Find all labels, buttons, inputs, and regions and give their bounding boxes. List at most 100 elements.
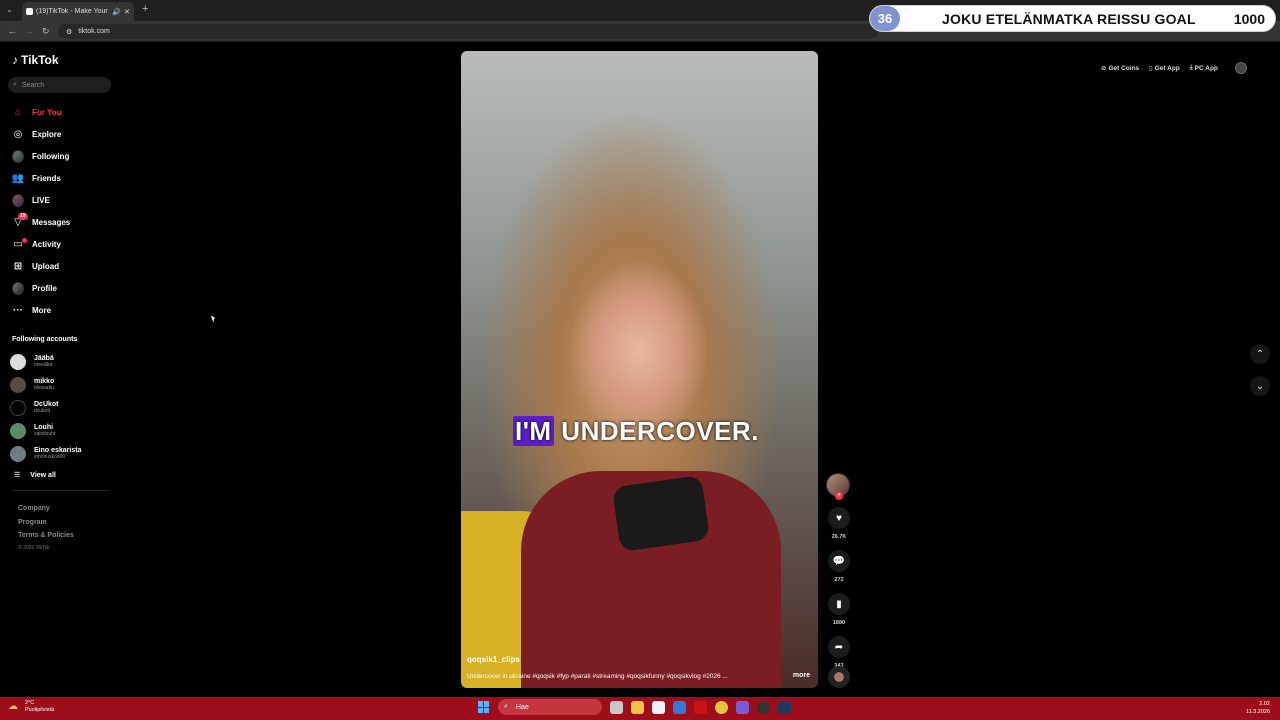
like-count: 26.7K — [831, 534, 847, 540]
forward-icon[interactable]: → — [25, 26, 34, 36]
list-icon: ☰ — [14, 472, 21, 479]
steam-icon[interactable] — [778, 700, 791, 714]
nav-label: More — [32, 305, 52, 315]
temperature: 2°C — [25, 700, 35, 706]
windows-start-icon[interactable] — [478, 701, 490, 713]
nav-label: Profile — [32, 283, 57, 293]
share-icon[interactable]: ➦ — [828, 636, 850, 658]
pc-app-button[interactable]: ⤓ PC App — [1187, 61, 1221, 75]
system-clock[interactable]: 2.02 11.3.2026 — [1246, 700, 1270, 716]
more-icon: ··· — [13, 304, 23, 316]
main-nav: ⌂ For You ◎ Explore Following 👥 Friends … — [0, 101, 120, 321]
tiktok-logo[interactable]: ♪ TikTok — [12, 53, 59, 67]
follow-plus-icon[interactable]: + — [835, 492, 843, 500]
nav-explore[interactable]: ◎ Explore — [0, 123, 120, 145]
video-player[interactable]: I'M UNDERCOVER. qoqsik1_clips Undercover… — [461, 51, 818, 688]
nav-following[interactable]: Following — [0, 145, 120, 167]
avatar — [10, 445, 26, 462]
reload-icon[interactable]: ↻ — [42, 26, 50, 37]
tab-close-icon[interactable]: ✕ — [124, 8, 130, 16]
comment-icon[interactable]: 💬 — [828, 550, 850, 572]
heart-icon[interactable]: ♥ — [828, 507, 850, 529]
tiktok-favicon-icon — [26, 8, 33, 15]
avatar — [10, 376, 26, 393]
url-field[interactable]: ⚙ tiktok.com — [58, 24, 878, 39]
following-accounts-list: Jääbä meeiiika mikko blessattu DcUkot dcuko… — [10, 350, 120, 465]
view-all-label: View all — [30, 471, 56, 479]
messages-badge: 19 — [18, 213, 28, 220]
tab-search-chevron-icon[interactable]: ⌄ — [6, 5, 13, 14]
account-handle: blessattu — [34, 384, 55, 391]
footer-terms-link[interactable]: Terms & Policies — [18, 529, 74, 543]
windows-taskbar: ☁ 2°C Puolipilvistä ⌕ Hae 2.02 11.3.2026 — [0, 697, 1280, 720]
account-item[interactable]: Jääbä meeiiika — [10, 350, 120, 373]
music-disc-icon[interactable] — [828, 666, 850, 688]
store-icon[interactable] — [652, 700, 665, 714]
caption-highlight: I'M — [513, 416, 554, 446]
task-view-icon[interactable] — [610, 700, 623, 714]
account-item[interactable]: DcUkot dcukott — [10, 396, 120, 419]
get-coins-button[interactable]: ⊘ Get Coins — [1098, 61, 1142, 75]
nav-label: Following — [32, 151, 70, 161]
back-icon[interactable]: ← — [8, 26, 17, 36]
logo-text: TikTok — [21, 53, 59, 67]
next-video-button[interactable]: ⌄ — [1250, 376, 1270, 396]
video-username[interactable]: qoqsik1_clips — [467, 655, 520, 664]
more-button[interactable]: more — [793, 672, 810, 679]
new-tab-button[interactable]: + — [142, 3, 148, 15]
nav-live[interactable]: LIVE — [0, 189, 120, 211]
nav-messages[interactable]: ▽ 19 Messages — [0, 211, 120, 233]
clock-date: 11.3.2026 — [1245, 709, 1270, 715]
bookmark-icon[interactable]: ▮ — [828, 593, 850, 615]
weather-widget[interactable]: ☁ 2°C Puolipilvistä — [8, 700, 54, 714]
file-explorer-icon[interactable] — [631, 700, 644, 714]
account-item[interactable]: Louhi saintlouhi — [10, 419, 120, 442]
nav-activity[interactable]: ▭ Activity — [0, 233, 120, 255]
following-accounts-title: Following accounts — [12, 336, 78, 343]
search-placeholder: Search — [21, 81, 45, 89]
speaker-icon[interactable]: 🔊 — [112, 8, 121, 16]
mail-icon[interactable] — [673, 700, 686, 714]
user-avatar[interactable] — [1234, 62, 1247, 74]
coin-icon: ⊘ — [1101, 65, 1107, 72]
nav-upload[interactable]: ⊞ Upload — [0, 255, 120, 277]
chevron-down-icon: ⌄ — [1255, 380, 1265, 392]
nav-more[interactable]: ··· More — [0, 299, 120, 321]
browser-tab[interactable]: (19)TikTok - Make Your Day 🔊 ✕ — [22, 2, 134, 21]
search-input[interactable]: ⌕ Search — [8, 77, 111, 93]
live-avatar-icon — [12, 193, 24, 207]
creator-avatar[interactable]: + — [826, 473, 850, 500]
stream-app-icon[interactable] — [736, 700, 749, 714]
account-item[interactable]: mikko blessattu — [10, 373, 120, 396]
chrome-icon[interactable] — [715, 700, 728, 714]
nav-friends[interactable]: 👥 Friends — [0, 167, 120, 189]
account-handle: einohuskoo00 — [34, 453, 66, 460]
get-app-button[interactable]: ▯ Get App — [1146, 61, 1183, 75]
stream-goal-overlay: 36 JOKU ETELÄNMATKA REISSU GOAL 1000 — [870, 6, 1275, 31]
goal-target: 1000 — [1233, 10, 1265, 27]
account-handle: meeiiika — [34, 361, 53, 368]
save-count: 1880 — [832, 620, 846, 626]
video-frame-detail — [611, 475, 711, 552]
video-description: Undercover in ukraine #qoqsik #fyp #para… — [467, 673, 728, 680]
taskbar-search[interactable]: ⌕ Hae — [498, 699, 602, 715]
nav-label: LIVE — [32, 195, 50, 205]
get-app-label: Get App — [1154, 64, 1180, 72]
red-app-icon[interactable] — [694, 700, 707, 714]
account-name: Jääbä — [34, 354, 54, 362]
obs-icon[interactable] — [757, 700, 770, 714]
account-item[interactable]: Eino eskarista einohuskoo00 — [10, 442, 120, 465]
view-all-button[interactable]: ☰ View all — [14, 471, 56, 480]
nav-for-you[interactable]: ⌂ For You — [0, 101, 120, 123]
avatar — [10, 422, 26, 439]
avatar — [10, 353, 26, 370]
compass-icon: ◎ — [13, 128, 23, 140]
footer-company-link[interactable]: Company — [18, 502, 74, 516]
footer-program-link[interactable]: Program — [18, 516, 74, 530]
download-icon: ⤓ — [1189, 64, 1193, 71]
footer-links: Company Program Terms & Policies © 2026 … — [18, 502, 74, 553]
previous-video-button[interactable]: ⌃ — [1250, 344, 1270, 364]
nav-profile[interactable]: Profile — [0, 277, 120, 299]
site-info-icon[interactable]: ⚙ — [66, 28, 72, 36]
taskbar-apps: ⌕ Hae — [478, 699, 791, 715]
